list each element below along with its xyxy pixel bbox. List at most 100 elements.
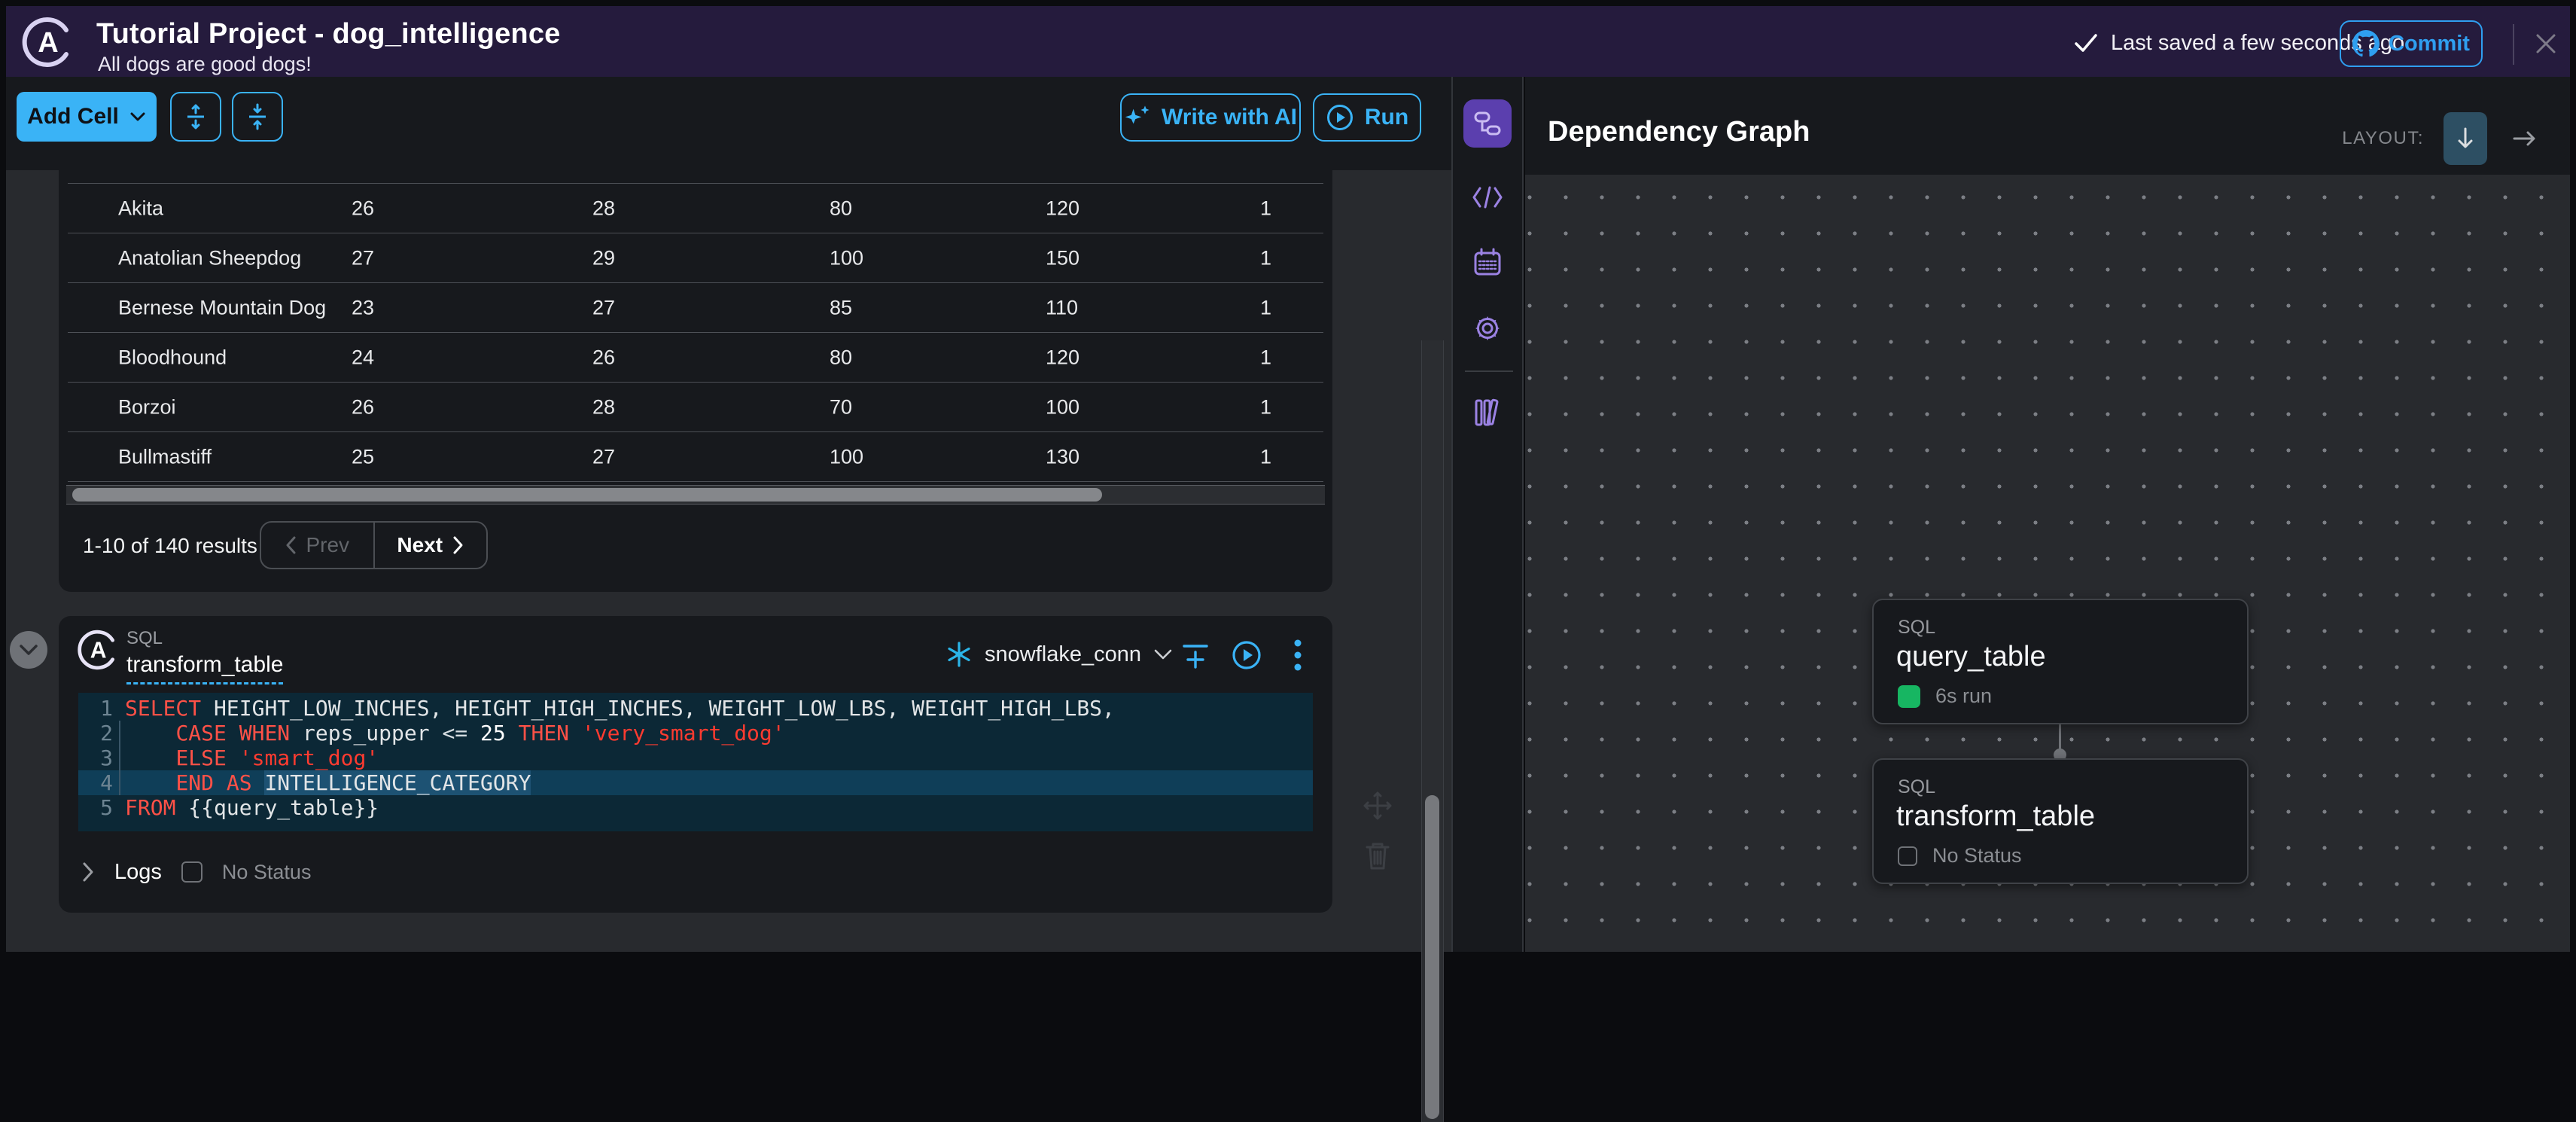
layout-controls: LAYOUT: bbox=[2342, 110, 2543, 167]
add-cell-button[interactable]: Add Cell bbox=[17, 92, 157, 142]
table-horizontal-scrollbar[interactable] bbox=[66, 485, 1325, 505]
table-cell: 80 bbox=[830, 346, 852, 369]
connection-selector[interactable]: snowflake_conn bbox=[945, 637, 1173, 672]
add-cell-below-button[interactable] bbox=[1179, 639, 1212, 672]
table-bottom-divider bbox=[68, 481, 1323, 482]
table-row: Akita2628801201 bbox=[68, 183, 1323, 233]
page-title: Tutorial Project - dog_intelligence bbox=[96, 18, 560, 50]
app-window: A Tutorial Project - dog_intelligence Al… bbox=[0, 0, 2576, 959]
table-cell: Anatolian Sheepdog bbox=[118, 246, 301, 270]
table-row: Anatolian Sheepdog27291001501 bbox=[68, 233, 1323, 282]
graph-edge bbox=[2059, 724, 2061, 752]
table-cell: 1 bbox=[1260, 395, 1271, 419]
run-button[interactable]: Run bbox=[1313, 93, 1421, 142]
scrollbar-thumb[interactable] bbox=[72, 488, 1102, 502]
expand-all-cells-button[interactable] bbox=[170, 92, 221, 142]
close-icon[interactable] bbox=[2529, 27, 2562, 60]
table-cell: 26 bbox=[352, 395, 374, 419]
logs-label[interactable]: Logs bbox=[114, 860, 162, 885]
table-cell: 28 bbox=[592, 197, 615, 220]
rail-item-settings[interactable] bbox=[1463, 304, 1512, 352]
no-status-label: No Status bbox=[222, 861, 312, 884]
table-cell: 100 bbox=[1046, 395, 1079, 419]
run-cell-button[interactable] bbox=[1230, 639, 1263, 672]
dependency-graph-panel: Dependency Graph LAYOUT: SQL query_table bbox=[1525, 77, 2570, 952]
table-cell: 1 bbox=[1260, 346, 1271, 369]
snowflake-icon bbox=[945, 641, 973, 668]
collapse-vertical-icon bbox=[245, 103, 269, 130]
code-line: 1SELECT HEIGHT_LOW_INCHES, HEIGHT_HIGH_I… bbox=[78, 696, 1313, 721]
code-lines: 1SELECT HEIGHT_LOW_INCHES, HEIGHT_HIGH_I… bbox=[78, 696, 1313, 820]
node-type-label: SQL bbox=[1898, 776, 1935, 798]
graph-node-query-table[interactable]: SQL query_table 6s run bbox=[1872, 599, 2249, 724]
table-cell: 1 bbox=[1260, 197, 1271, 220]
table-row: Borzoi2628701001 bbox=[68, 382, 1323, 431]
table-cell: 27 bbox=[592, 296, 615, 319]
graph-canvas[interactable]: SQL query_table 6s run SQL transform_tab… bbox=[1525, 175, 2570, 952]
table-cell: 120 bbox=[1046, 197, 1079, 220]
write-with-ai-button[interactable]: Write with AI bbox=[1120, 93, 1301, 142]
play-circle-icon bbox=[1326, 103, 1354, 132]
calendar-icon bbox=[1472, 247, 1503, 277]
table-row: Bullmastiff25271001301 bbox=[68, 431, 1323, 481]
scrollbar-thumb[interactable] bbox=[1425, 795, 1439, 1119]
table-cell: Akita bbox=[118, 197, 163, 220]
commit-button[interactable]: Commit bbox=[2340, 20, 2483, 67]
app-logo-icon: A bbox=[21, 17, 72, 68]
sparkles-icon bbox=[1124, 104, 1151, 131]
chevron-down-icon bbox=[129, 111, 146, 122]
node-status-text: 6s run bbox=[1935, 684, 1992, 708]
table-cell: 130 bbox=[1046, 445, 1079, 468]
table-cell: Bloodhound bbox=[118, 346, 227, 369]
logs-row: Logs No Status bbox=[81, 848, 311, 896]
notebook-vertical-scrollbar[interactable] bbox=[1421, 340, 1444, 1122]
layout-vertical-button[interactable] bbox=[2444, 112, 2487, 165]
table-cell: 24 bbox=[352, 346, 374, 369]
table-cell: 1 bbox=[1260, 296, 1271, 319]
view-switcher-rail bbox=[1451, 77, 1524, 952]
no-status-checkbox[interactable] bbox=[181, 861, 202, 883]
node-status: No Status bbox=[1898, 844, 2022, 867]
no-status-checkbox[interactable] bbox=[1898, 846, 1917, 866]
graph-node-transform-table[interactable]: SQL transform_table No Status bbox=[1872, 758, 2249, 884]
notebook-toolbar: Add Cell Write with AI bbox=[6, 77, 1451, 170]
table-cell: Borzoi bbox=[118, 395, 176, 419]
node-status-text: No Status bbox=[1932, 844, 2022, 867]
dependency-graph-icon bbox=[1472, 108, 1503, 139]
table-row: Bloodhound2426801201 bbox=[68, 332, 1323, 382]
code-line: 5FROM {{query_table}} bbox=[78, 795, 1313, 820]
next-label: Next bbox=[397, 533, 443, 557]
node-name: query_table bbox=[1896, 641, 2046, 673]
next-page-button[interactable]: Next bbox=[375, 523, 487, 568]
code-line: 2 CASE WHEN reps_upper <= 25 THEN 'very_… bbox=[78, 721, 1313, 745]
code-line: 3 ELSE 'smart_dog' bbox=[78, 745, 1313, 770]
cell-type-label: SQL bbox=[126, 628, 163, 649]
move-cell-icon[interactable] bbox=[1361, 789, 1394, 822]
table-cell: 27 bbox=[352, 246, 374, 270]
rail-divider bbox=[1465, 370, 1513, 372]
rail-item-dependency-graph[interactable] bbox=[1463, 99, 1512, 148]
node-type-label: SQL bbox=[1898, 617, 1935, 639]
rail-item-schedule[interactable] bbox=[1463, 238, 1512, 286]
delete-cell-icon[interactable] bbox=[1363, 839, 1393, 872]
cell-menu-button[interactable] bbox=[1281, 639, 1314, 672]
collapse-all-cells-button[interactable] bbox=[232, 92, 283, 142]
commit-label: Commit bbox=[2389, 32, 2470, 56]
rail-item-code[interactable] bbox=[1463, 173, 1512, 221]
cell-collapse-toggle[interactable] bbox=[10, 631, 47, 669]
layout-horizontal-button[interactable] bbox=[2507, 120, 2543, 157]
prev-page-button[interactable]: Prev bbox=[261, 523, 375, 568]
table-cell: 100 bbox=[830, 246, 863, 270]
rail-item-library[interactable] bbox=[1463, 389, 1512, 437]
table-row: Bernese Mountain Dog2327851101 bbox=[68, 282, 1323, 332]
table-cell: 27 bbox=[592, 445, 615, 468]
line-number: 3 bbox=[78, 745, 113, 770]
header: A Tutorial Project - dog_intelligence Al… bbox=[6, 6, 2570, 77]
cell-name[interactable]: transform_table bbox=[126, 652, 283, 684]
sql-code-editor[interactable]: 1SELECT HEIGHT_LOW_INCHES, HEIGHT_HIGH_I… bbox=[78, 693, 1313, 831]
table-cell: Bernese Mountain Dog bbox=[118, 296, 326, 319]
node-name: transform_table bbox=[1896, 800, 2095, 833]
chevron-right-icon[interactable] bbox=[81, 861, 95, 883]
expand-vertical-icon bbox=[184, 103, 208, 130]
library-books-icon bbox=[1472, 398, 1503, 428]
